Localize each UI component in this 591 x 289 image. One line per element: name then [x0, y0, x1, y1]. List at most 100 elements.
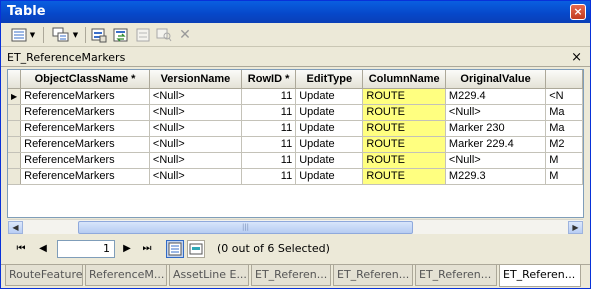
table-cell[interactable]: M229.3 [445, 168, 547, 185]
table-cell[interactable]: 11 [241, 120, 297, 137]
related-tables-icon [52, 27, 69, 42]
tab-et-reference-markers[interactable]: ET_Referen... [499, 265, 581, 287]
row-selector-header[interactable] [8, 70, 22, 89]
toolbar: ▼ ▼ ✕ [1, 23, 590, 47]
table-cell[interactable]: Update [295, 136, 364, 153]
column-header[interactable]: OriginalValue [445, 70, 547, 89]
row-selector[interactable]: ▶ [8, 88, 22, 105]
table-row[interactable]: ReferenceMarkers <Null> 11 Update ROUTE M229… [8, 168, 583, 185]
table-cell[interactable]: ReferenceMarkers [20, 88, 150, 105]
table-cell[interactable]: ReferenceMarkers [20, 168, 150, 185]
table-cell[interactable]: <Null> [149, 168, 242, 185]
table-cell[interactable]: <Null> [445, 104, 547, 121]
show-selected-records-button[interactable] [187, 240, 205, 258]
table-cell[interactable]: ROUTE [362, 136, 446, 153]
row-selector[interactable] [8, 136, 22, 153]
table-row[interactable]: ReferenceMarkers <Null> 11 Update ROUTE Marke… [8, 136, 583, 153]
scrollbar-thumb[interactable]: ||| [78, 221, 413, 234]
current-record-input[interactable]: 1 [57, 240, 115, 258]
select-by-attributes-button[interactable] [89, 26, 109, 44]
row-selector[interactable] [8, 152, 22, 169]
column-header[interactable]: RowID * [241, 70, 297, 89]
table-cell[interactable]: 11 [241, 152, 297, 169]
chevron-down-icon: ▼ [29, 31, 36, 39]
next-record-button[interactable]: ▶ [119, 241, 135, 257]
table-row[interactable]: ReferenceMarkers <Null> 11 Update ROUTE Marke… [8, 120, 583, 137]
toolbar-separator [85, 27, 86, 43]
first-record-button[interactable]: ⏮ [13, 241, 29, 257]
tab-et-reference-3[interactable]: ET_Referen... [415, 265, 497, 286]
row-selector[interactable] [8, 168, 22, 185]
table-cell[interactable]: 11 [241, 168, 297, 185]
scroll-right-button[interactable]: ▶ [568, 221, 583, 234]
table-row[interactable]: ReferenceMarkers <Null> 11 Update ROUTE <Null… [8, 104, 583, 121]
close-table-button[interactable]: × [571, 48, 582, 67]
last-record-button[interactable]: ⏭ [139, 241, 155, 257]
table-cell[interactable]: ROUTE [362, 120, 446, 137]
select-by-attributes-icon [91, 28, 107, 43]
tab-route-feature[interactable]: RouteFeature [5, 265, 83, 286]
table-cell[interactable]: <Null> [149, 120, 242, 137]
table-row[interactable]: ▶ ReferenceMarkers <Null> 11 Update ROUTE M229… [8, 88, 583, 105]
clear-selection-button[interactable] [134, 26, 152, 44]
table-cell[interactable]: Update [295, 104, 364, 121]
column-header[interactable]: ObjectClassName * [20, 70, 150, 89]
table-cell[interactable]: 11 [241, 136, 297, 153]
table-cell[interactable]: ReferenceMarkers [20, 120, 150, 137]
table-cell[interactable]: M2 [545, 136, 583, 153]
table-cell[interactable]: 11 [241, 104, 297, 121]
table-cell[interactable]: ReferenceMarkers [20, 136, 150, 153]
column-header[interactable] [545, 70, 583, 89]
previous-record-button[interactable]: ◀ [35, 241, 51, 257]
attribute-table: ObjectClassName * VersionName RowID * Ed… [8, 70, 583, 185]
table-cell[interactable]: ROUTE [362, 88, 446, 105]
table-cell[interactable]: <Null> [149, 88, 242, 105]
table-cell[interactable]: M [545, 152, 583, 169]
scroll-left-button[interactable]: ◀ [8, 221, 23, 234]
attribute-table-grid: ObjectClassName * VersionName RowID * Ed… [7, 69, 584, 218]
table-cell[interactable]: <N [545, 88, 583, 105]
delete-selected-button[interactable]: ✕ [176, 26, 194, 44]
table-cell[interactable]: <Null> [149, 104, 242, 121]
tab-et-reference-1[interactable]: ET_Referen... [251, 265, 331, 286]
tab-reference-markers[interactable]: ReferenceM... [85, 265, 167, 286]
table-cell[interactable]: Ma [545, 104, 583, 121]
table-cell[interactable]: ROUTE [362, 104, 446, 121]
table-cell[interactable]: <Null> [445, 152, 547, 169]
table-cell[interactable]: ReferenceMarkers [20, 104, 150, 121]
horizontal-scrollbar[interactable]: ◀ ||| ▶ [8, 219, 583, 234]
tab-et-reference-2[interactable]: ET_Referen... [333, 265, 413, 286]
column-header[interactable]: EditType [295, 70, 364, 89]
toolbar-separator [43, 27, 44, 43]
table-cell[interactable]: ROUTE [362, 168, 446, 185]
table-cell[interactable]: Marker 229.4 [445, 136, 547, 153]
table-row[interactable]: ReferenceMarkers <Null> 11 Update ROUTE <Null… [8, 152, 583, 169]
table-cell[interactable]: Update [295, 120, 364, 137]
show-all-records-button[interactable] [166, 240, 184, 258]
table-cell[interactable]: Update [295, 88, 364, 105]
table-cell[interactable]: M229.4 [445, 88, 547, 105]
table-cell[interactable]: <Null> [149, 136, 242, 153]
column-header[interactable]: ColumnName [362, 70, 446, 89]
table-options-button[interactable]: ▼ [7, 26, 39, 44]
column-header[interactable]: VersionName [149, 70, 242, 89]
table-cell[interactable]: M [545, 168, 583, 185]
table-cell[interactable]: Marker 230 [445, 120, 547, 137]
window-close-button[interactable]: × [570, 4, 586, 20]
row-selector[interactable] [8, 104, 22, 121]
table-cell[interactable]: Update [295, 168, 364, 185]
related-tables-button[interactable]: ▼ [49, 26, 81, 44]
table-cell[interactable]: ReferenceMarkers [20, 152, 150, 169]
table-cell[interactable]: <Null> [149, 152, 242, 169]
table-cell[interactable]: Ma [545, 120, 583, 137]
zoom-to-selected-button[interactable] [155, 26, 173, 44]
chevron-down-icon: ▼ [72, 31, 79, 39]
delete-icon: ✕ [179, 27, 191, 43]
switch-selection-button[interactable] [111, 26, 131, 44]
tab-asset-line[interactable]: AssetLine E... [169, 265, 249, 286]
table-cell[interactable]: 11 [241, 88, 297, 105]
table-cell[interactable]: Update [295, 152, 364, 169]
row-selector[interactable] [8, 120, 22, 137]
table-cell[interactable]: ROUTE [362, 152, 446, 169]
record-navigation-bar: ⏮ ◀ 1 ▶ ⏭ (0 out of 6 Selected) [1, 237, 590, 261]
